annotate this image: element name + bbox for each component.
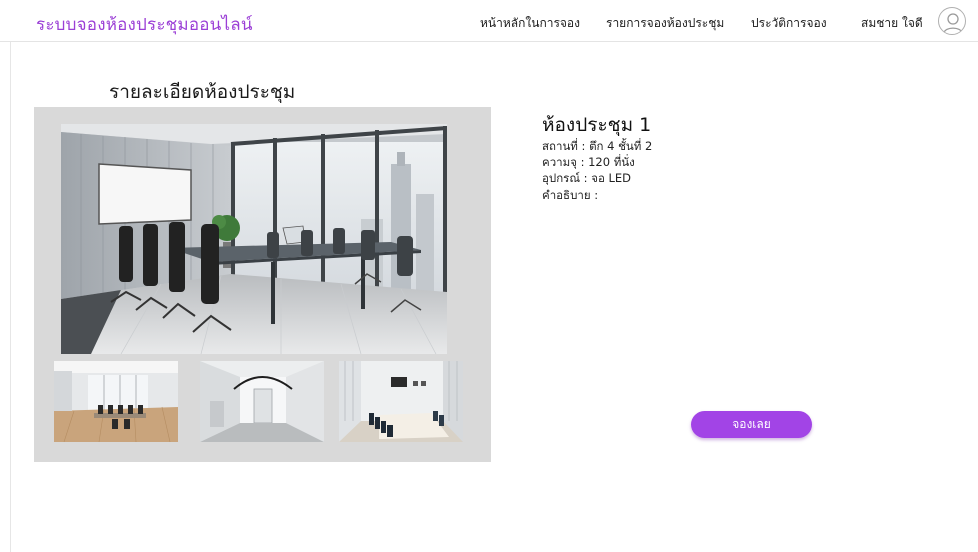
- nav-booking-list[interactable]: รายการจองห้องประชุม: [606, 14, 724, 33]
- user-name: สมชาย ใจดี: [861, 16, 923, 30]
- room-capacity: ความจุ : 120 ที่นั่ง: [542, 155, 635, 169]
- room-location: สถานที่ : ตึก 4 ชั้นที่ 2: [542, 139, 653, 153]
- room-thumbnail-3[interactable]: [339, 361, 463, 442]
- page-title: รายละเอียดห้องประชุม: [109, 81, 296, 103]
- nav-booking-history[interactable]: ประวัติการจอง: [751, 14, 827, 33]
- page-left-border: [10, 0, 11, 552]
- top-navbar: ระบบจองห้องประชุมออนไลน์ หน้าหลักในการจอ…: [0, 0, 978, 42]
- room-thumbnail-2[interactable]: [200, 361, 324, 442]
- room-main-photo[interactable]: [61, 124, 447, 354]
- nav-home[interactable]: หน้าหลักในการจอง: [480, 14, 580, 33]
- room-photo-gallery: [34, 107, 491, 462]
- room-description: คำอธิบาย :: [542, 188, 599, 202]
- book-now-button[interactable]: จองเลย: [691, 411, 812, 438]
- room-equipment: อุปกรณ์ : จอ LED: [542, 171, 632, 185]
- brand-title[interactable]: ระบบจองห้องประชุมออนไลน์: [36, 11, 253, 38]
- room-name: ห้องประชุม 1: [542, 114, 652, 136]
- room-thumbnail-1[interactable]: [54, 361, 178, 442]
- user-avatar-icon[interactable]: [938, 7, 966, 35]
